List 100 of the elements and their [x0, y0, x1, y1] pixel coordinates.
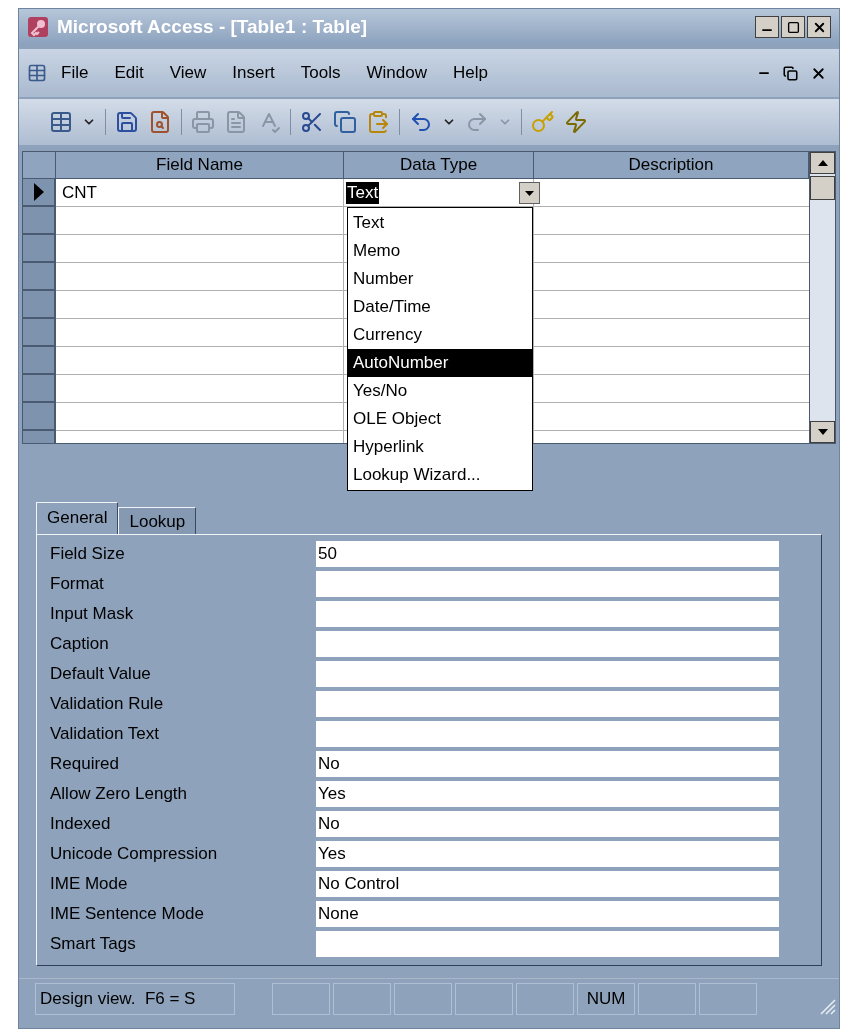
dropdown-option[interactable]: Number: [348, 265, 532, 293]
property-label: Caption: [50, 633, 110, 656]
scroll-down-button[interactable]: [810, 421, 835, 443]
status-panel: [516, 982, 574, 1015]
maximize-button[interactable]: [781, 16, 805, 38]
minimize-button[interactable]: [755, 16, 779, 38]
table-cell[interactable]: [56, 291, 344, 319]
paste-icon[interactable]: [366, 110, 390, 134]
table-icon: [27, 63, 47, 83]
scroll-up-button[interactable]: [810, 152, 835, 174]
property-label: Field Size: [50, 543, 126, 566]
tab[interactable]: Lookup: [118, 507, 197, 534]
property-field[interactable]: [316, 661, 779, 687]
scroll-thumb[interactable]: [810, 176, 835, 200]
tab[interactable]: General: [36, 502, 119, 534]
row-selector[interactable]: [23, 179, 56, 207]
window-title: Microsoft Access - [Table1 : Table]: [57, 14, 369, 39]
property-label: Required: [50, 753, 120, 776]
dropdown-option[interactable]: Currency: [348, 321, 532, 349]
table-cell[interactable]: [534, 403, 809, 431]
dropdown-option[interactable]: Memo: [348, 237, 532, 265]
status-indicator: NUM: [577, 982, 635, 1015]
table-cell[interactable]: [56, 375, 344, 403]
table-cell[interactable]: [56, 319, 344, 347]
property-label: Validation Text: [50, 723, 160, 746]
status-panel: [638, 982, 696, 1015]
property-label: Allow Zero Length: [50, 783, 189, 806]
menu-item[interactable]: Help: [452, 60, 488, 86]
table-cell[interactable]: Text: [344, 179, 534, 207]
up-arrow-icon: [817, 160, 828, 166]
property-label: Unicode Compression: [50, 843, 219, 866]
current-row-icon: [33, 183, 44, 201]
property-field[interactable]: No: [316, 751, 779, 777]
property-label: Indexed: [50, 813, 112, 836]
property-field[interactable]: [316, 931, 779, 957]
property-label: IME Sentence Mode: [50, 903, 206, 926]
property-field[interactable]: [316, 721, 779, 747]
lightning-icon[interactable]: [564, 110, 588, 134]
caret-icon: [525, 190, 534, 196]
property-field[interactable]: No Control: [316, 871, 779, 897]
dropdown-option[interactable]: Lookup Wizard...: [348, 461, 532, 489]
close-button[interactable]: [807, 16, 831, 38]
table-cell[interactable]: [56, 235, 344, 263]
property-field[interactable]: Yes: [316, 781, 779, 807]
dropdown-option[interactable]: OLE Object: [348, 405, 532, 433]
table-cell[interactable]: [534, 179, 809, 207]
property-label: Validation Rule: [50, 693, 165, 716]
table-cell[interactable]: [534, 291, 809, 319]
property-label: Default Value: [50, 663, 152, 686]
dropdown-option[interactable]: AutoNumber: [348, 349, 532, 377]
dropdown-option[interactable]: Yes/No: [348, 377, 532, 405]
property-field[interactable]: [316, 691, 779, 717]
table-icon[interactable]: [49, 110, 73, 134]
table-cell[interactable]: [56, 403, 344, 431]
dropdown-option[interactable]: Hyperlink: [348, 433, 532, 461]
menu-item[interactable]: File: [61, 60, 89, 86]
save-icon[interactable]: [115, 110, 139, 134]
menu-item[interactable]: Insert: [232, 60, 275, 86]
dropdown-button[interactable]: [519, 182, 540, 204]
key-icon[interactable]: [531, 110, 555, 134]
property-field[interactable]: 50: [316, 541, 779, 567]
menu-item[interactable]: Tools: [300, 60, 341, 86]
document-search-icon[interactable]: [148, 110, 172, 134]
vertical-scrollbar[interactable]: [809, 152, 835, 443]
table-cell[interactable]: CNT: [56, 179, 344, 207]
menu-item[interactable]: Window: [366, 60, 427, 86]
status-panel: [333, 982, 391, 1015]
status-panel: [272, 982, 330, 1015]
table-cell[interactable]: [56, 207, 344, 235]
undo-icon[interactable]: [409, 110, 433, 134]
status-panel: [394, 982, 452, 1015]
table-cell[interactable]: [534, 207, 809, 235]
table-cell[interactable]: [534, 263, 809, 291]
restore-icon[interactable]: [783, 65, 798, 81]
maximize-icon: [786, 20, 800, 34]
property-field[interactable]: [316, 601, 779, 627]
menu-item[interactable]: View: [169, 60, 207, 86]
property-field[interactable]: No: [316, 811, 779, 837]
property-label: Input Mask: [50, 603, 135, 626]
table-cell[interactable]: [534, 319, 809, 347]
table-cell[interactable]: [534, 375, 809, 403]
property-field[interactable]: Yes: [316, 841, 779, 867]
copy-icon[interactable]: [333, 110, 357, 134]
menu-item[interactable]: Edit: [114, 60, 144, 86]
key-app-icon: [27, 16, 49, 38]
property-field[interactable]: None: [316, 901, 779, 927]
property-field[interactable]: [316, 571, 779, 597]
status-panel: [699, 982, 757, 1015]
property-field[interactable]: [316, 631, 779, 657]
down-arrow-icon: [817, 429, 828, 435]
scissors-icon[interactable]: [300, 110, 324, 134]
dropdown-option[interactable]: Date/Time: [348, 293, 532, 321]
table-cell[interactable]: [534, 347, 809, 375]
table-cell[interactable]: [56, 347, 344, 375]
property-label: IME Mode: [50, 873, 129, 896]
table-cell[interactable]: [534, 235, 809, 263]
table-cell[interactable]: [56, 263, 344, 291]
dropdown-option[interactable]: Text: [348, 209, 532, 237]
status-panel: [455, 982, 513, 1015]
status-message: Design view. F6 = S: [35, 982, 235, 1015]
